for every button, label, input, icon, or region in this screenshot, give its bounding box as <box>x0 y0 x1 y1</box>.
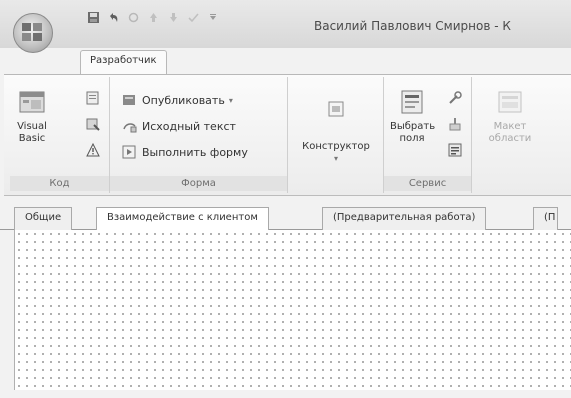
choose-fields-icon <box>401 90 423 114</box>
run-form-button[interactable]: Выполнить форму <box>122 145 248 159</box>
form-design-canvas[interactable] <box>14 230 571 390</box>
group-code: Visual Basic Код <box>10 77 110 193</box>
tab-customer-interaction[interactable]: Взаимодействие с клиентом <box>96 207 269 231</box>
undo-icon[interactable] <box>106 10 120 24</box>
redo-icon[interactable] <box>126 10 140 24</box>
tab-preliminary-work[interactable]: (Предварительная работа) <box>322 207 487 230</box>
source-text-label: Исходный текст <box>142 119 236 133</box>
window-title: Василий Павлович Смирнов - К <box>314 19 511 33</box>
save-icon[interactable] <box>86 10 100 24</box>
chevron-down-icon: ▾ <box>228 95 233 105</box>
up-arrow-icon[interactable] <box>146 10 160 24</box>
group-layout: Макет области <box>472 77 571 193</box>
publish-icon <box>123 95 135 105</box>
run-form-label: Выполнить форму <box>142 145 248 159</box>
tab-truncated[interactable]: (П <box>533 207 559 230</box>
properties-icon[interactable] <box>446 141 464 159</box>
source-text-button[interactable]: Исходный текст <box>122 119 236 133</box>
group-form: Опубликовать ▾ Исходный текст Выполнить … <box>110 77 288 193</box>
source-text-icon <box>123 123 137 133</box>
designer-button[interactable]: Конструктор ▾ <box>292 141 380 165</box>
group-form-label: Форма <box>110 176 287 191</box>
choose-fields-label: Выбрать поля <box>390 121 436 144</box>
office-button[interactable] <box>13 13 53 53</box>
visual-basic-label: Visual Basic <box>17 121 47 144</box>
control-toolbox-icon[interactable] <box>446 115 464 133</box>
office-logo-icon <box>22 23 44 43</box>
designer-icon <box>326 99 346 119</box>
check-icon[interactable] <box>186 10 200 24</box>
group-service: Выбрать поля Сервис <box>384 77 472 193</box>
run-form-icon <box>122 145 136 159</box>
ribbon-tab-row: Разработчик <box>0 48 571 76</box>
quick-access-toolbar <box>86 10 220 24</box>
visual-basic-button[interactable]: Visual Basic <box>12 87 52 145</box>
record-macro-icon[interactable] <box>84 115 102 133</box>
publish-label: Опубликовать <box>142 93 225 107</box>
group-service-label: Сервис <box>384 176 471 191</box>
area-layout-button[interactable]: Макет области <box>482 87 538 145</box>
tab-developer[interactable]: Разработчик <box>80 50 167 76</box>
customize-dropdown-icon[interactable] <box>206 10 220 24</box>
chevron-down-icon: ▾ <box>333 154 338 163</box>
designer-label: Конструктор <box>302 141 370 152</box>
down-arrow-icon[interactable] <box>166 10 180 24</box>
macro-security-icon[interactable] <box>84 141 102 159</box>
group-designer: Конструктор ▾ <box>288 77 384 193</box>
form-page-tabs: Общие Взаимодействие с клиентом (Предвар… <box>0 204 571 231</box>
area-layout-label: Макет области <box>488 121 532 144</box>
group-code-label: Код <box>10 176 109 191</box>
visual-basic-icon <box>19 91 45 113</box>
publish-button[interactable]: Опубликовать ▾ <box>122 93 233 107</box>
tools-icon[interactable] <box>446 89 464 107</box>
area-layout-icon <box>498 91 522 113</box>
choose-fields-button[interactable]: Выбрать поля <box>390 87 436 145</box>
tab-general[interactable]: Общие <box>14 207 73 230</box>
title-bar: Василий Павлович Смирнов - К <box>0 0 571 53</box>
ribbon: Visual Basic Код Опубликовать ▾ Исходный… <box>4 74 571 196</box>
macros-icon[interactable] <box>84 89 102 107</box>
